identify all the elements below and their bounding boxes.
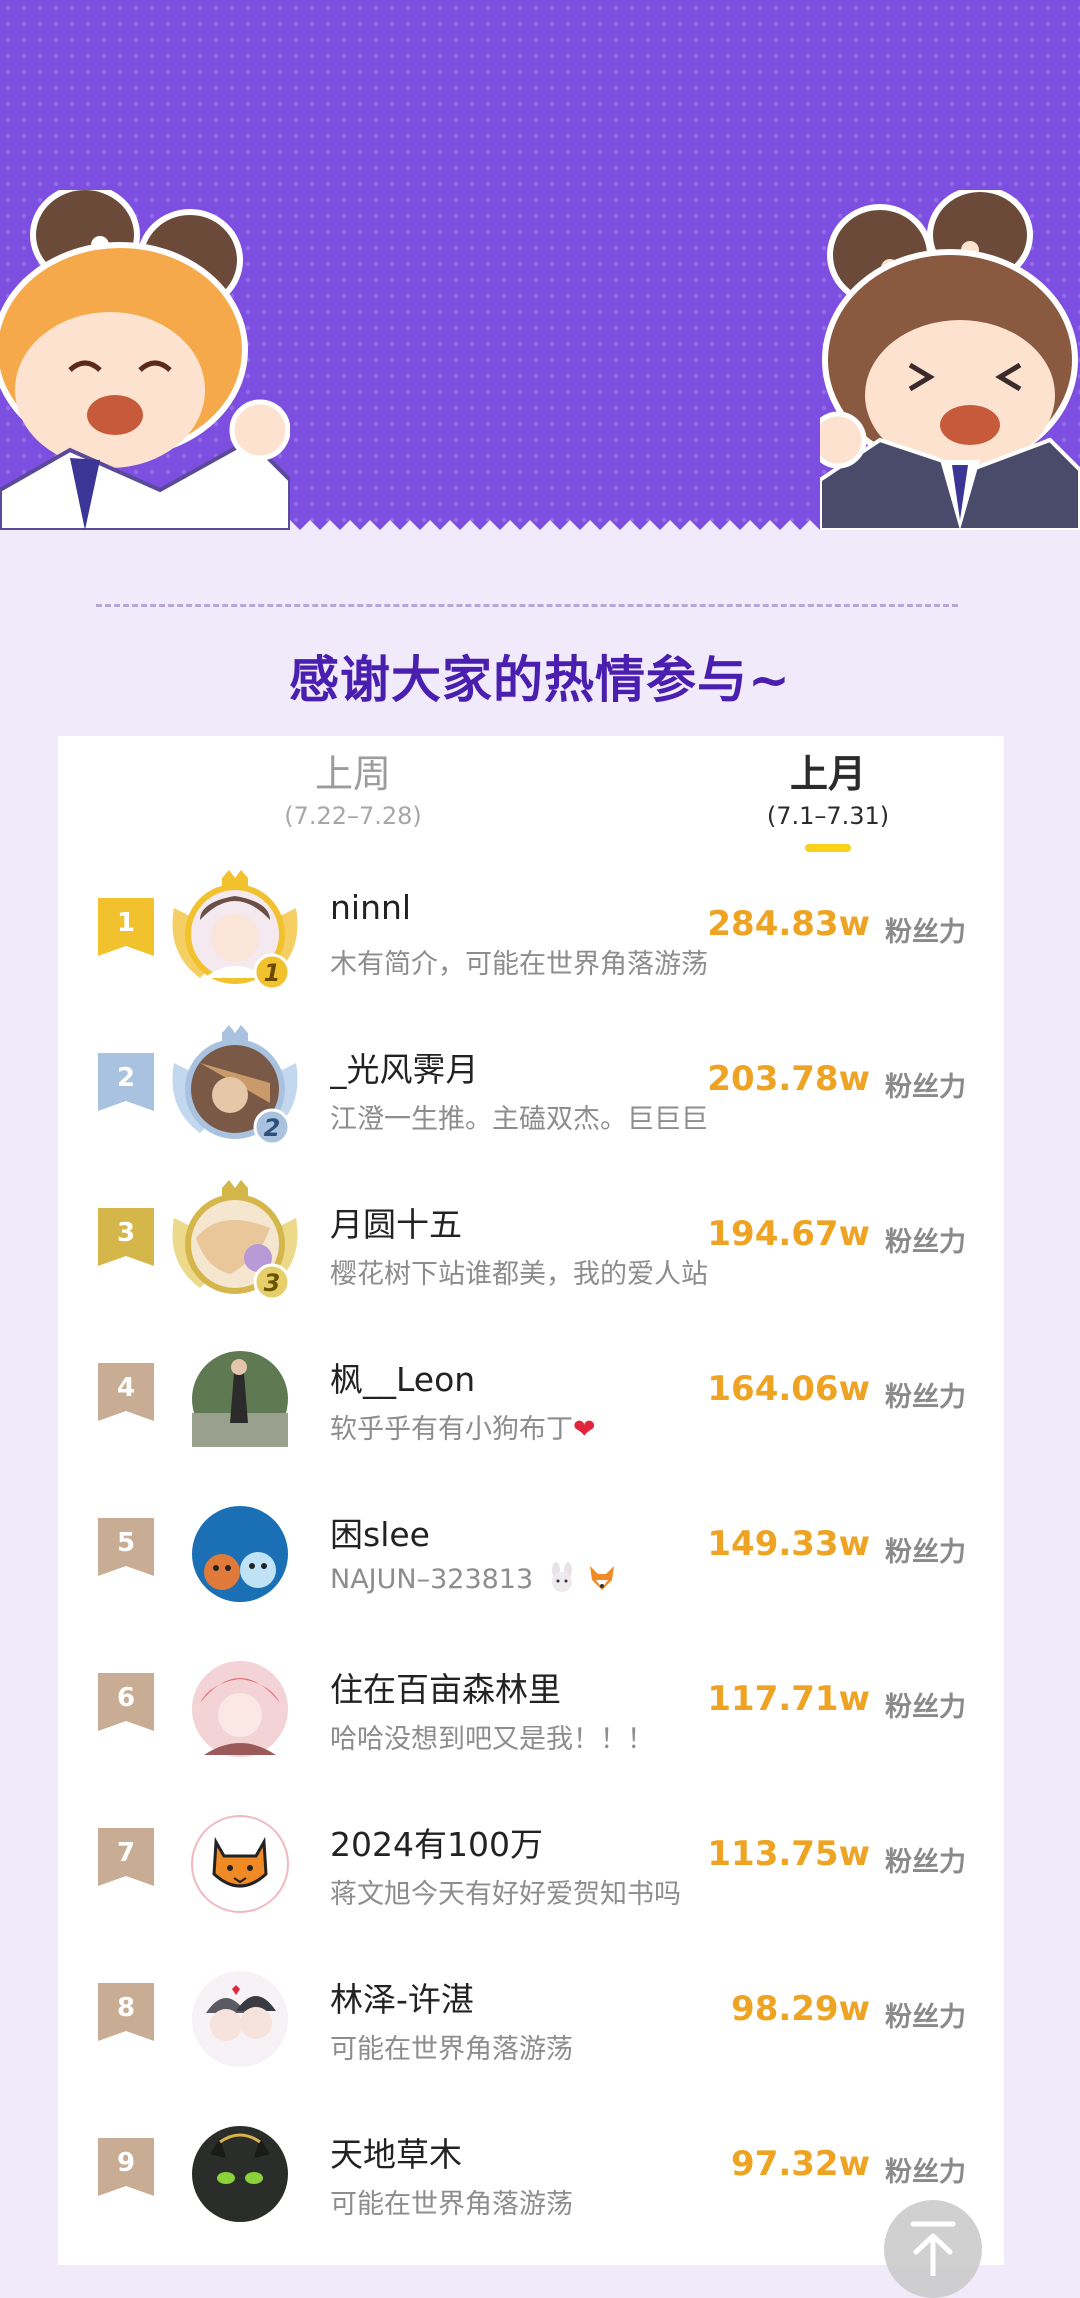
rank-badge: 9: [98, 2138, 154, 2196]
rank-number: 2: [116, 1063, 136, 1093]
rank-badge: 4: [98, 1363, 154, 1421]
user-bio: NAJUN–323813: [330, 1562, 722, 1595]
leaderboard-row-2[interactable]: 2 2 _光风霁月 江澄一生推。主磕双杰。巨巨巨 203.78w 粉丝力: [58, 1013, 1004, 1163]
user-bio-text: 软乎乎有有小狗布丁: [330, 1414, 573, 1445]
user-name[interactable]: 住在百亩森林里: [330, 1663, 750, 1711]
fan-power-label: 粉丝力: [885, 1382, 966, 1413]
back-to-top-button[interactable]: [884, 2200, 982, 2298]
svg-text:2: 2: [264, 1114, 281, 1142]
bunny-icon: [551, 1562, 572, 1592]
user-bio: 木有简介，可能在世界角落游荡: [330, 949, 708, 980]
fox-icon: [590, 1566, 615, 1590]
fan-power-label: 粉丝力: [885, 1227, 966, 1258]
fan-power-value: 164.06w: [707, 1369, 870, 1409]
tab-last-week-range: (7.22–7.28): [284, 802, 422, 830]
rank-number: 8: [116, 1993, 136, 2023]
tab-last-month[interactable]: 上月 (7.1–7.31): [678, 750, 978, 852]
fan-power-value: 113.75w: [707, 1834, 870, 1874]
rank-badge: 8: [98, 1983, 154, 2041]
fan-power-label: 粉丝力: [885, 1692, 966, 1723]
user-bio: 软乎乎有有小狗布丁❤: [330, 1407, 722, 1446]
user-name[interactable]: 天地草木: [330, 2128, 750, 2176]
user-name[interactable]: 2024有100万: [330, 1818, 750, 1866]
rank-number: 5: [116, 1528, 136, 1558]
svg-text:3: 3: [264, 1269, 281, 1297]
user-bio: 江澄一生推。主磕双杰。巨巨巨: [330, 1104, 708, 1135]
rank-badge: 2: [98, 1053, 154, 1111]
user-name[interactable]: 枫__Leon: [330, 1353, 750, 1401]
avatar[interactable]: [160, 1643, 310, 1773]
tab-last-month-range: (7.1–7.31): [766, 802, 890, 830]
user-bio: 樱花树下站谁都美，我的爱人站: [330, 1259, 708, 1290]
fan-power-label: 粉丝力: [885, 1847, 966, 1878]
svg-text:1: 1: [264, 959, 281, 987]
user-name[interactable]: ninnl: [330, 888, 750, 927]
user-name[interactable]: 困slee: [330, 1508, 750, 1556]
leaderboard-row-3[interactable]: 3 3 月圆十五 樱花树下站谁都美，我的爱人站 194.67w 粉丝力: [58, 1168, 1004, 1318]
leaderboard-row-6[interactable]: 6 住在百亩森林里 哈哈没想到吧又是我！！！ 117.71w 粉丝力: [58, 1633, 1004, 1783]
avatar[interactable]: [160, 1798, 310, 1928]
fan-power-value: 117.71w: [707, 1679, 870, 1719]
avatar[interactable]: 2: [160, 1023, 310, 1153]
rank-badge: 3: [98, 1208, 154, 1266]
fan-power-label: 粉丝力: [885, 2002, 966, 2033]
mascot-left-illustration: [0, 190, 290, 530]
rank-number: 9: [116, 2148, 136, 2178]
user-bio: 可能在世界角落游荡: [330, 2034, 573, 2065]
rank-number: 7: [116, 1838, 136, 1868]
thanks-title: 感谢大家的热情参与~: [289, 651, 791, 709]
user-bio: 蒋文旭今天有好好爱贺知书吗: [330, 1879, 681, 1910]
fan-power-value: 149.33w: [707, 1524, 870, 1564]
avatar[interactable]: 3: [160, 1178, 310, 1308]
user-name[interactable]: 林泽-许湛: [330, 1973, 750, 2021]
avatar[interactable]: [160, 1953, 310, 2083]
tab-last-week-label: 上周: [314, 752, 391, 796]
fan-power-value: 97.32w: [731, 2144, 870, 2184]
fan-power-value: 203.78w: [707, 1059, 870, 1099]
leaderboard-row-9[interactable]: 9 天地草木 可能在世界角落游荡 97.32w 粉丝力: [58, 2098, 1004, 2248]
leaderboard-row-5[interactable]: 5 困slee NAJUN–323813 149.33w 粉丝力: [58, 1478, 1004, 1628]
fan-power-value: 284.83w: [707, 904, 870, 944]
fan-power-label: 粉丝力: [885, 1537, 966, 1568]
avatar[interactable]: [160, 2108, 310, 2238]
fan-power-label: 粉丝力: [885, 2157, 966, 2188]
leaderboard-row-7[interactable]: 7 2024有100万 蒋文旭今天有好好爱贺知书吗 113.75w 粉丝力: [58, 1788, 1004, 1938]
user-bio: 哈哈没想到吧又是我！！！: [330, 1724, 654, 1755]
leaderboard-row-8[interactable]: 8 林泽-许湛 可能在世界角落游荡 98.29w 粉丝力: [58, 1943, 1004, 2093]
leaderboard-row-1[interactable]: 1 1 ninnl 木有简介，可能在世界角落游荡 284.83w 粉丝力: [58, 858, 1004, 1008]
user-name[interactable]: _光风霁月: [330, 1043, 750, 1091]
fan-power-value: 194.67w: [707, 1214, 870, 1254]
user-bio-text: NAJUN–323813: [330, 1564, 534, 1595]
fan-power-label: 粉丝力: [885, 1072, 966, 1103]
rank-badge: 5: [98, 1518, 154, 1576]
leaderboard-row-4[interactable]: 4 枫__Leon 软乎乎有有小狗布丁❤ 164.06w 粉丝力: [58, 1323, 1004, 1473]
rank-badge: 7: [98, 1828, 154, 1886]
leaderboard-card: 上周 (7.22–7.28) 上月 (7.1–7.31) 1 1 ninnl 木…: [58, 736, 1004, 2265]
tab-last-week[interactable]: 上周 (7.22–7.28): [218, 750, 488, 830]
active-tab-indicator: [805, 844, 851, 852]
user-bio: 可能在世界角落游荡: [330, 2189, 573, 2220]
mascot-right-illustration: [820, 190, 1080, 530]
avatar[interactable]: [160, 1488, 310, 1618]
arrow-up-icon: [910, 2221, 956, 2276]
user-name[interactable]: 月圆十五: [330, 1198, 750, 1246]
fan-power-value: 98.29w: [731, 1989, 870, 2029]
rank-badge: 6: [98, 1673, 154, 1731]
tab-last-month-label: 上月: [789, 752, 866, 796]
rank-badge: 1: [98, 898, 154, 956]
fan-power-label: 粉丝力: [885, 917, 966, 948]
avatar[interactable]: [160, 1333, 310, 1463]
avatar[interactable]: 1: [160, 868, 310, 998]
dashed-divider: [96, 604, 958, 607]
rank-number: 6: [116, 1683, 136, 1713]
rank-number: 3: [116, 1218, 136, 1248]
red-heart-icon: ❤: [573, 1414, 596, 1445]
rank-number: 4: [116, 1373, 136, 1403]
rank-number: 1: [116, 908, 136, 938]
